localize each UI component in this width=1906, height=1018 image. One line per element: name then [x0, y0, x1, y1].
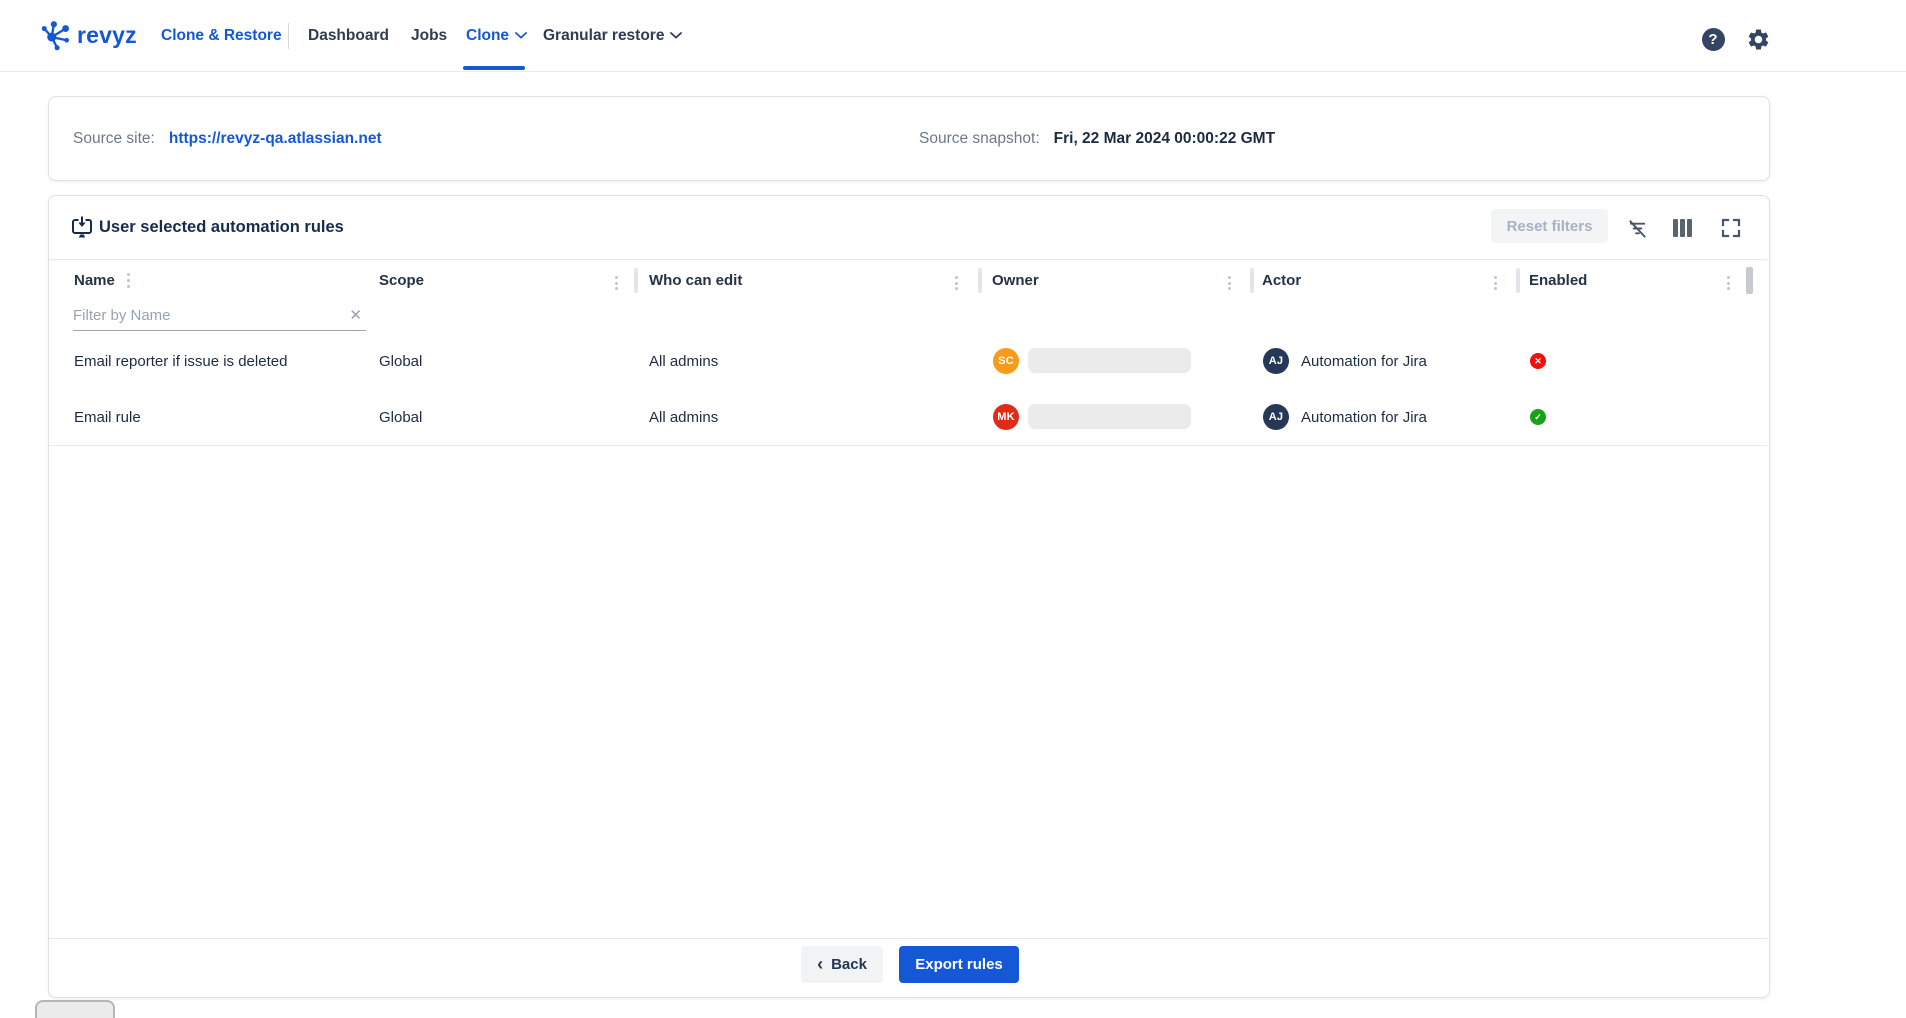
source-snapshot-label: Source snapshot:	[919, 130, 1040, 148]
brand-name: revyz	[77, 22, 137, 49]
column-menu-icon[interactable]	[1226, 273, 1233, 294]
cell-actor: AJ Automation for Jira	[1263, 333, 1427, 389]
source-site-label: Source site:	[73, 130, 155, 148]
status-icon: ✓	[1530, 409, 1546, 425]
source-snapshot-value: Fri, 22 Mar 2024 00:00:22 GMT	[1054, 130, 1275, 148]
name-filter-field: ✕	[73, 300, 366, 331]
column-menu-icon[interactable]	[125, 270, 132, 291]
card-title: User selected automation rules	[99, 218, 344, 237]
redacted-owner-name	[1028, 404, 1191, 429]
active-tab-underline	[463, 66, 525, 70]
cell-who-can-edit: All admins	[649, 389, 718, 445]
chevron-left-icon: ‹	[817, 955, 823, 973]
actor-name: Automation for Jira	[1301, 409, 1427, 426]
column-menu-icon[interactable]	[613, 273, 620, 294]
top-nav: revyz Clone & Restore Dashboard Jobs Clo…	[0, 0, 1906, 72]
fullscreen-icon[interactable]	[1719, 216, 1743, 240]
table-row[interactable]: Email reporter if issue is deleted Globa…	[49, 333, 1767, 390]
actor-avatar: AJ	[1263, 348, 1289, 374]
table-row[interactable]: Email rule Global All admins MK AJ Autom…	[49, 389, 1767, 446]
source-info-card: Source site: https://revyz-qa.atlassian.…	[48, 96, 1770, 181]
filter-row: ✕	[49, 300, 1767, 334]
export-rules-icon	[70, 215, 94, 241]
gear-icon	[1746, 27, 1771, 52]
column-separator[interactable]	[634, 268, 638, 293]
column-menu-icon[interactable]	[953, 273, 960, 294]
cell-actor: AJ Automation for Jira	[1263, 389, 1427, 445]
nav-item-jobs[interactable]: Jobs	[411, 0, 447, 71]
clear-filter-icon[interactable]: ✕	[345, 306, 366, 324]
owner-avatar: SC	[993, 348, 1019, 374]
actor-name: Automation for Jira	[1301, 353, 1427, 370]
brand-logo[interactable]: revyz	[40, 0, 137, 71]
column-header-enabled: Enabled	[1529, 260, 1587, 301]
nav-divider	[288, 23, 289, 49]
column-header-scope: Scope	[379, 260, 424, 301]
owner-avatar: MK	[993, 404, 1019, 430]
column-header-who-can-edit: Who can edit	[649, 260, 742, 301]
molecule-logo-icon	[40, 20, 72, 52]
settings-button[interactable]	[1743, 24, 1773, 54]
nav-item-clone[interactable]: Clone	[466, 0, 527, 71]
source-site-link[interactable]: https://revyz-qa.atlassian.net	[169, 130, 382, 148]
column-separator[interactable]	[1516, 268, 1520, 293]
actor-avatar: AJ	[1263, 404, 1289, 430]
table-header-row: Name Scope Who can edit Owner Actor Enab…	[49, 259, 1767, 301]
column-menu-icon[interactable]	[1492, 273, 1499, 294]
column-header-name: Name	[74, 260, 132, 301]
column-separator[interactable]	[1250, 268, 1254, 293]
filter-off-icon[interactable]	[1625, 216, 1649, 240]
cell-scope: Global	[379, 389, 422, 445]
name-filter-input[interactable]	[73, 307, 345, 324]
cell-enabled: ✕	[1530, 333, 1546, 389]
bottom-edge-stub	[35, 1000, 115, 1018]
nav-item-dashboard[interactable]: Dashboard	[308, 0, 389, 71]
column-header-actor: Actor	[1262, 260, 1301, 301]
cell-name: Email rule	[74, 389, 141, 445]
column-separator[interactable]	[978, 268, 982, 293]
help-icon: ?	[1702, 28, 1725, 51]
back-button[interactable]: ‹ Back	[801, 946, 883, 983]
column-separator[interactable]	[1746, 267, 1753, 294]
columns-icon[interactable]	[1670, 216, 1694, 240]
help-button[interactable]: ?	[1698, 24, 1728, 54]
cell-enabled: ✓	[1530, 389, 1546, 445]
cell-who-can-edit: All admins	[649, 333, 718, 389]
nav-item-granular-restore[interactable]: Granular restore	[543, 0, 682, 71]
cell-owner: MK	[993, 389, 1019, 445]
automation-rules-card: User selected automation rules Reset fil…	[48, 195, 1770, 998]
export-rules-button[interactable]: Export rules	[899, 946, 1019, 983]
column-menu-icon[interactable]	[1725, 273, 1732, 294]
table-bottom-border	[49, 938, 1767, 939]
chevron-down-icon	[670, 32, 682, 39]
cell-name: Email reporter if issue is deleted	[74, 333, 287, 389]
chevron-down-icon	[515, 32, 527, 39]
redacted-owner-name	[1028, 348, 1191, 373]
nav-product-link[interactable]: Clone & Restore	[161, 0, 282, 71]
cell-scope: Global	[379, 333, 422, 389]
status-icon: ✕	[1530, 353, 1546, 369]
column-header-owner: Owner	[992, 260, 1039, 301]
reset-filters-button[interactable]: Reset filters	[1491, 209, 1608, 243]
cell-owner: SC	[993, 333, 1019, 389]
